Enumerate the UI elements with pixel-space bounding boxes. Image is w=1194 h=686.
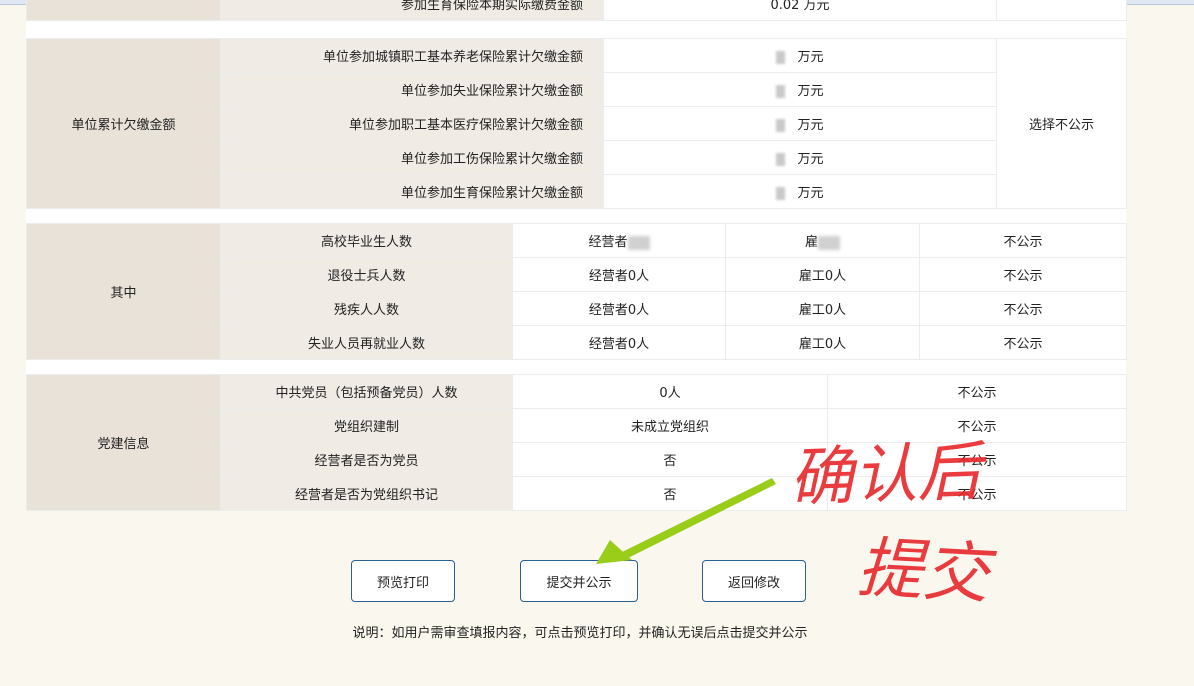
row-value: 否 (512, 476, 828, 511)
row-publicity: 不公示 (919, 223, 1127, 258)
row-label: 单位参加工伤保险累计欠缴金额 (220, 140, 604, 175)
instruction-note: 说明：如用户需审查填报内容，可点击预览打印，并确认无误后点击提交并公示 (352, 626, 808, 641)
redacted-value (776, 51, 786, 64)
row-employees: 雇工0人 (725, 291, 920, 326)
table-arrears: 单位累计欠缴金额 单位参加城镇职工基本养老保险累计欠缴金额 万元 选择不公示 单… (26, 38, 1127, 209)
row-employees: 雇 (725, 223, 920, 258)
row-publicity: 不公示 (827, 442, 1127, 477)
redacted-value (627, 235, 650, 250)
redacted-value (818, 235, 840, 250)
row-publicity (996, 0, 1127, 21)
row-publicity: 不公示 (919, 257, 1127, 292)
row-owners: 经营者 (512, 223, 726, 258)
row-label: 单位参加失业保险累计欠缴金额 (220, 72, 604, 107)
submit-publish-button[interactable]: 提交并公示 (520, 560, 638, 602)
row-label: 失业人员再就业人数 (220, 325, 513, 360)
table-row: 单位累计欠缴金额 单位参加城镇职工基本养老保险累计欠缴金额 万元 选择不公示 (26, 38, 1127, 209)
table-row: 其中 高校毕业生人数 经营者 雇 不公示 (26, 223, 1127, 360)
row-value: 万元 (603, 72, 997, 107)
row-employees: 雇工0人 (725, 257, 920, 292)
row-value: 万元 (603, 174, 997, 209)
row-value: 否 (512, 442, 828, 477)
row-label: 残疾人人数 (220, 291, 513, 326)
row-label: 单位参加生育保险累计欠缴金额 (220, 174, 604, 209)
row-label: 单位参加城镇职工基本养老保险累计欠缴金额 (220, 38, 604, 73)
row-owners: 经营者0人 (512, 257, 726, 292)
row-label: 单位参加职工基本医疗保险累计欠缴金额 (220, 106, 604, 141)
row-label: 经营者是否为党员 (220, 442, 513, 477)
section-among: 其中 (26, 223, 221, 360)
preview-print-button[interactable]: 预览打印 (351, 560, 455, 602)
row-value: 未成立党组织 (512, 408, 828, 443)
section-party: 党建信息 (26, 374, 221, 511)
row-value: 万元 (603, 140, 997, 175)
table-party: 党建信息 中共党员（包括预备党员）人数 0人 不公示 党组织建制 未成立党组织 … (26, 374, 1127, 511)
row-employees: 雇工0人 (725, 325, 920, 360)
redacted-value (776, 85, 786, 98)
row-owners: 经营者0人 (512, 325, 726, 360)
row-label: 中共党员（包括预备党员）人数 (220, 374, 513, 409)
row-label: 参加生育保险本期实际缴费金额 (220, 0, 604, 21)
redacted-value (776, 119, 786, 132)
handwritten-line-2: 提交 (855, 529, 999, 613)
row-publicity: 不公示 (827, 374, 1127, 409)
section-arrears: 单位累计欠缴金额 (26, 38, 221, 209)
redacted-value (776, 153, 786, 166)
redacted-value (776, 187, 786, 200)
row-value: 万元 (603, 38, 997, 73)
row-publicity: 不公示 (827, 408, 1127, 443)
row-value: 万元 (603, 106, 997, 141)
row-value: 0.02 万元 (603, 0, 997, 21)
row-label: 退役士兵人数 (220, 257, 513, 292)
table-top-row: 参加生育保险本期实际缴费金额 0.02 万元 (26, 0, 1127, 21)
row-value: 0人 (512, 374, 828, 409)
table-among: 其中 高校毕业生人数 经营者 雇 不公示 退役士兵人数 经营者0人 雇工0人 不… (26, 223, 1127, 360)
table-row: 党建信息 中共党员（包括预备党员）人数 0人 不公示 (26, 374, 1127, 511)
row-owners: 经营者0人 (512, 291, 726, 326)
row-publicity: 不公示 (919, 325, 1127, 360)
row-label: 党组织建制 (220, 408, 513, 443)
row-label: 经营者是否为党组织书记 (220, 476, 513, 511)
arrears-publicity: 选择不公示 (996, 38, 1127, 209)
row-publicity: 不公示 (919, 291, 1127, 326)
row-label: 高校毕业生人数 (220, 223, 513, 258)
row-publicity: 不公示 (827, 476, 1127, 511)
back-edit-button[interactable]: 返回修改 (702, 560, 806, 602)
section-cell (26, 0, 221, 21)
